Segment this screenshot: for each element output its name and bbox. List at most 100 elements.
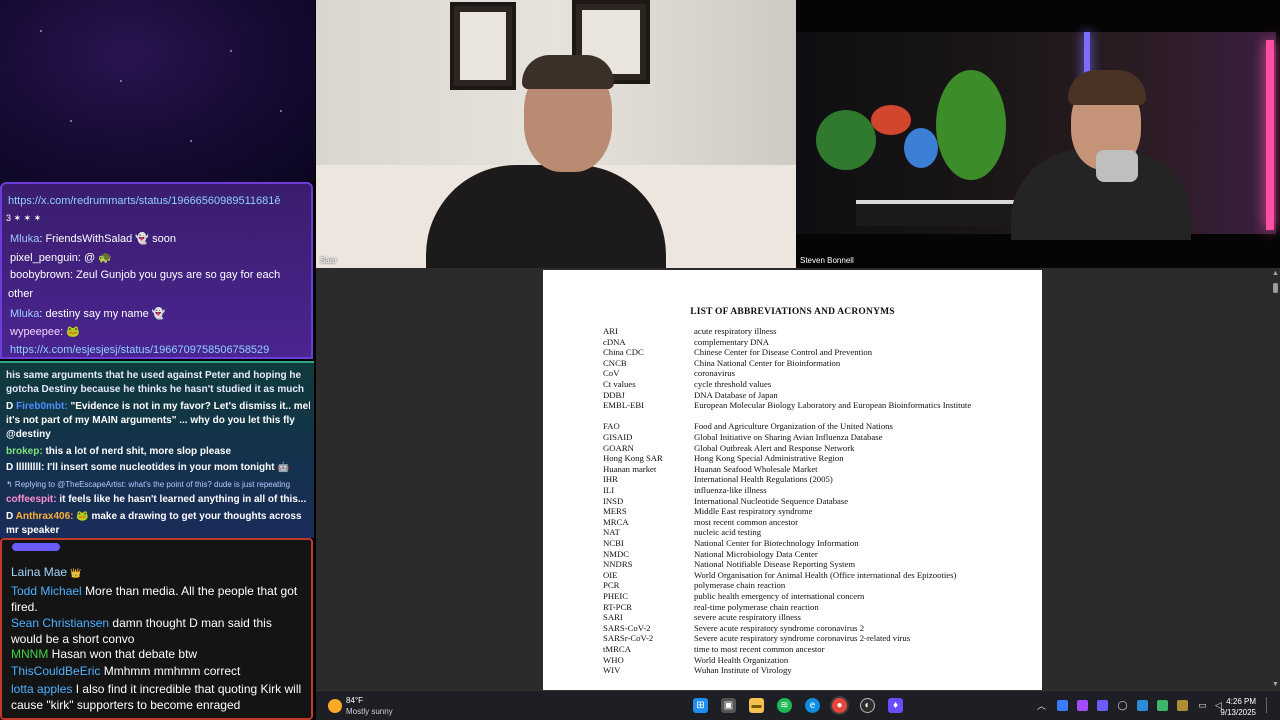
weather-temperature[interactable]: 84°F [346,696,363,705]
chat-text: Mmhmm mmhmm correct [103,664,241,678]
chat-text: : FriendsWithSalad 👻 soon [39,233,176,245]
chat-username[interactable]: Todd Michael [11,584,82,598]
chat-message: wypeepee: 🐸 [10,325,307,338]
chat-text: it feels like he hasn't learned anything… [59,494,307,505]
definition: Severe acute respiratory syndrome corona… [694,622,865,633]
definition: Middle East respiratory syndrome [694,506,813,517]
chat-username[interactable]: Mluka [10,233,39,245]
abbreviation: FAO [603,421,620,432]
tray-app-icon[interactable] [1097,700,1108,711]
scrollbar[interactable] [1270,268,1280,690]
chat-text: this a lot of nerd shit, more slop pleas… [45,446,232,457]
definition: real-time polymerase chain reaction [694,601,819,612]
chat-panel-dark[interactable]: Laina Mae 👑 Todd Michael More than media… [0,538,313,720]
abbreviation: DDBJ [603,389,625,400]
obs-icon[interactable]: ◐ [860,698,875,713]
chat-text: : @ 🐢 [77,252,112,264]
definition: Severe acute respiratory syndrome corona… [694,633,911,644]
chat-message: coffeespit: it feels like he hasn't lear… [6,494,310,505]
chat-message: Todd Michael More than media. All the pe… [11,583,305,615]
weather-sun-icon[interactable] [328,699,342,713]
chat-text: I'll insert some nucleotides in your mom… [47,462,290,473]
show-desktop-button[interactable] [1266,697,1276,713]
chat-username[interactable]: Mluka [10,308,39,320]
chat-text: : destiny say my name 👻 [39,308,166,320]
plant [936,70,1006,180]
definition: acute respiratory illness [694,326,777,336]
abbreviation: NMDC [603,548,630,559]
chat-username[interactable]: lotta apples [11,682,72,696]
chat-username[interactable]: coffeespit: [6,494,57,505]
definition: World Health Organization [694,654,789,665]
network-icon[interactable]: ▭ [1197,700,1208,711]
chat-username[interactable]: ThisCouldBeEric [11,664,100,678]
abbreviation: NCBI [603,538,624,548]
tray-chevron-icon[interactable]: ︿ [1036,700,1047,711]
chat-username[interactable]: wypeepee [10,326,60,338]
chat-message: other [8,288,34,300]
chat-badge: D [6,511,14,522]
tray-app-icon[interactable]: ◯ [1117,700,1128,711]
scrollbar-thumb[interactable] [1273,283,1278,293]
chat-message: it's not part of my MAIN arguments" ... … [6,415,295,426]
video-tile-saar[interactable]: Saar [316,0,796,268]
chat-panel-teal[interactable]: his same arguments that he used against … [0,361,314,538]
scroll-up-icon[interactable]: ▲ [1272,270,1279,277]
abbreviation: NNDRS [603,559,633,570]
system-clock[interactable]: 4:26 PM 9/13/2025 [1220,696,1256,718]
tray-app-icon[interactable] [1157,700,1168,711]
chat-message: D Anthrax406: 🐸 make a drawing to get yo… [6,511,310,522]
chat-username[interactable]: lllllllll: [16,462,44,473]
chat-message: D Fireb0mbt: "Evidence is not in my favo… [6,401,310,412]
chat-username[interactable]: MNNM [11,647,48,661]
abbreviation: SARSr-CoV-2 [603,633,654,644]
chat-message: 3 ✶ ✶ ✶ [6,213,42,223]
participant-video [426,55,666,268]
chat-panel-purple[interactable]: https://x.com/redrummarts/status/1966656… [0,182,313,359]
definition: Wuhan Institute of Virology [694,665,792,676]
tray-app-icon[interactable] [1177,700,1188,711]
definition: cycle threshold values [694,379,772,389]
file-explorer-icon[interactable]: ▬ [749,698,764,713]
chat-link[interactable]: https://x.com/esjesjesj/status/196670975… [10,344,307,356]
definition: National Center for Biotechnology Inform… [694,538,859,548]
definition: European Molecular Biology Laboratory an… [694,400,972,411]
tray-app-icon[interactable] [1077,700,1088,711]
chat-text: Hasan won that debate btw [51,647,198,661]
weather-condition[interactable]: Mostly sunny [346,707,393,716]
definition: National Notifiable Disease Reporting Sy… [694,559,856,570]
abbreviation: INSD [603,495,624,506]
abbreviation: CNCB [603,357,627,368]
document-page[interactable]: LIST OF ABBREVIATIONS AND ACRONYMS ARI ac… [543,270,1042,690]
participant-name-label: Steven Bonnell [800,256,854,265]
edge-icon[interactable]: e [805,698,820,713]
chat-username[interactable]: brokep: [6,446,43,457]
windows-start-icon[interactable]: ⊞ [693,698,708,713]
chat-username[interactable]: Laina Mae [11,565,67,579]
clock-date: 9/13/2025 [1220,708,1256,717]
tray-app-icon[interactable] [1137,700,1148,711]
app-icon[interactable]: ♦ [888,698,903,713]
definition: China National Center for Bioinformation [694,357,841,368]
spotify-icon[interactable]: ≋ [777,698,792,713]
abbreviation: Huanan market [603,463,657,474]
chat-message: D lllllllll: I'll insert some nucleotide… [6,462,310,473]
chat-username[interactable]: Fireb0mbt: [16,401,68,412]
task-view-icon[interactable]: ▣ [721,698,736,713]
chat-reply-context[interactable]: ↰ Replying to @TheEscapeArtist: what's t… [6,480,310,489]
chat-username[interactable]: Anthrax406: [16,511,74,522]
chat-username[interactable]: boobybrown [10,269,70,281]
definition: time to most recent common ancestor [694,644,825,654]
tray-app-icon[interactable] [1057,700,1068,711]
video-tile-steven-bonnell[interactable]: Steven Bonnell [796,0,1280,268]
definition: DNA Database of Japan [694,389,778,400]
scroll-down-icon[interactable]: ▼ [1272,681,1279,688]
definition: National Microbiology Data Center [694,548,818,559]
definition: most recent common ancestor [694,516,798,527]
abbreviation: PCR [603,580,620,591]
chat-username[interactable]: pixel_penguin [10,252,78,264]
chrome-icon[interactable]: ● [832,698,847,713]
abbreviation: WHO [603,654,624,665]
chat-link[interactable]: https://x.com/redrummarts/status/1966656… [8,195,307,207]
chat-username[interactable]: Sean Christiansen [11,616,109,630]
